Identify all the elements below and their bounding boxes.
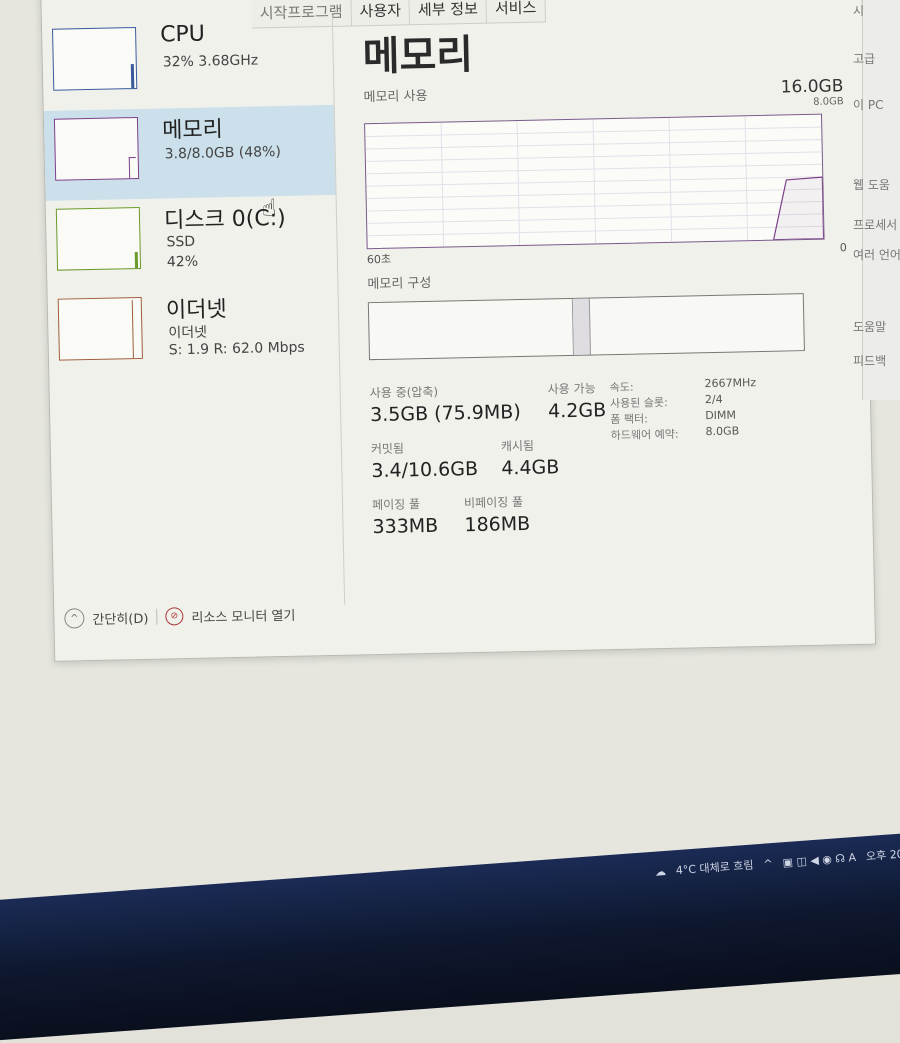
memory-usage-svg — [365, 116, 824, 247]
detail-key: 하드웨어 예약: — [610, 427, 679, 443]
memory-usage-graph — [364, 113, 825, 250]
composition-standby — [590, 294, 804, 354]
sidebar-item-sub: 3.8/8.0GB (48%) — [164, 143, 282, 163]
sidebar-item-sub: 이더넷 — [168, 324, 208, 342]
weather-widget[interactable]: 4°C 대체로 흐림 — [675, 857, 754, 879]
right-pane-item: 여러 언어 — [853, 248, 900, 262]
stat-available: 사용 가능 4.2GB — [547, 379, 607, 423]
stat-label: 비페이징 풀 — [463, 494, 524, 511]
graph-axis-right: 0 — [839, 241, 847, 255]
stat-value: 3.4/10.6GB — [371, 457, 479, 483]
page-title: 메모리 — [362, 31, 474, 81]
memory-spike — [128, 157, 137, 179]
stat-label: 사용 가능 — [547, 381, 596, 397]
background-settings-pane: 시 고급 이 PC 웹 도움 프로세서 여러 언어 도움말 피드백 — [853, 0, 900, 400]
memory-composition-bar — [367, 293, 805, 361]
sidebar-item-sub: SSD — [166, 233, 196, 251]
collapse-button[interactable]: 간단히(D) — [92, 607, 148, 627]
memory-thumbnail-graph — [53, 116, 140, 181]
task-manager-window: 시작프로그램 사용자 세부 정보 서비스 CPU 32% 3.68GHz 메모리… — [40, 0, 877, 662]
desktop-screen: 시작프로그램 사용자 세부 정보 서비스 CPU 32% 3.68GHz 메모리… — [0, 0, 900, 1043]
sidebar-item-disk[interactable]: 디스크 0(C:) SSD 42% — [46, 195, 338, 291]
sidebar-item-memory[interactable]: 메모리 3.8/8.0GB (48%) — [43, 104, 336, 201]
clock-time: 오후 — [865, 848, 887, 864]
stat-value: 186MB — [464, 512, 531, 537]
right-pane-item: 시 — [853, 4, 865, 18]
sidebar-item-ethernet[interactable]: 이더넷 이더넷 S: 1.9 R: 62.0 Mbps — [48, 285, 340, 381]
sidebar-item-title: 메모리 — [161, 117, 224, 144]
detail-row-speed: 속도: 2667MHz — [609, 376, 757, 395]
stat-label: 사용 중(압축) — [369, 384, 439, 401]
stat-label: 캐시됨 — [500, 438, 535, 454]
cpu-spike — [130, 64, 135, 89]
resource-monitor-icon[interactable]: ⊘ — [165, 607, 184, 626]
memory-stats: 사용 중(압축) 3.5GB (75.9MB) 사용 가능 4.2GB 커밋됨 … — [370, 374, 853, 554]
cloud-icon: ☁ — [654, 864, 667, 879]
composition-in-use — [368, 298, 574, 360]
cpu-thumbnail-graph — [52, 26, 138, 91]
footer-divider — [156, 608, 158, 625]
chevron-up-icon[interactable]: ^ — [763, 857, 773, 871]
ethernet-line — [131, 300, 134, 359]
sidebar-item-title: CPU — [159, 21, 206, 48]
memory-composition-label: 메모리 구성 — [367, 275, 432, 293]
composition-modified — [572, 298, 591, 355]
performance-sidebar: CPU 32% 3.68GHz 메모리 3.8/8.0GB (48%) 디스크 … — [41, 14, 346, 611]
disk-spike — [134, 252, 139, 269]
tray-icons[interactable]: ▣ ◫ ◀ ◉ ☊ A — [782, 850, 856, 868]
graph-max-label: 8.0GB — [813, 96, 844, 108]
sidebar-item-sub2: S: 1.9 R: 62.0 Mbps — [168, 339, 305, 359]
stat-label: 페이징 풀 — [371, 497, 421, 513]
taskbar: ☁ 4°C 대체로 흐림 ^ ▣ ◫ ◀ ◉ ☊ A 오후 2024- — [0, 830, 900, 1043]
memory-usage-line — [772, 176, 824, 241]
right-pane-item: 이 PC — [853, 98, 884, 112]
graph-axis-left: 60초 — [366, 252, 392, 267]
open-resource-monitor-link[interactable]: 리소스 모니터 열기 — [191, 604, 295, 625]
right-pane-item: 고급 — [853, 52, 876, 66]
ethernet-thumbnail-graph — [57, 296, 143, 361]
hand-cursor-icon: ☝ — [262, 194, 277, 222]
detail-value: 2/4 — [704, 392, 723, 407]
sidebar-item-sub2: 42% — [166, 253, 199, 271]
disk-thumbnail-graph — [55, 206, 142, 271]
stat-nonpaged-pool: 비페이징 풀 186MB — [464, 493, 531, 536]
detail-key: 폼 팩터: — [610, 412, 649, 427]
detail-row-hw-reserved: 하드웨어 예약: 8.0GB — [610, 424, 757, 443]
stat-value: 4.4GB — [501, 456, 560, 480]
stat-value: 333MB — [372, 514, 439, 539]
sidebar-item-sub: 32% 3.68GHz — [162, 52, 259, 71]
clock-date: 2024- — [889, 846, 900, 862]
sidebar-item-cpu[interactable]: CPU 32% 3.68GHz — [42, 15, 334, 111]
stat-cached: 캐시됨 4.4GB — [500, 436, 560, 480]
chevron-up-icon[interactable]: ^ — [64, 608, 85, 629]
stat-label: 커밋됨 — [370, 441, 405, 457]
memory-usage-label: 메모리 사용 — [363, 88, 428, 106]
sidebar-item-title: 이더넷 — [165, 297, 227, 324]
stat-value: 4.2GB — [547, 399, 607, 423]
stat-value: 3.5GB (75.9MB) — [369, 401, 521, 427]
stat-in-use: 사용 중(압축) 3.5GB (75.9MB) — [370, 381, 521, 426]
stat-paged-pool: 페이징 풀 333MB — [372, 495, 439, 538]
detail-value: 8.0GB — [705, 424, 740, 439]
stat-committed: 커밋됨 3.4/10.6GB — [371, 438, 479, 482]
memory-detail-panel: 메모리 메모리 사용 16.0GB 8.0GB 60초 0 메모리 구성 사용 … — [362, 14, 853, 554]
memory-hardware-details: 속도: 2667MHz 사용된 슬롯: 2/4 폼 팩터: DIMM 하드웨어 예약:… — [609, 376, 757, 443]
system-tray: ☁ 4°C 대체로 흐림 ^ ▣ ◫ ◀ ◉ ☊ A 오후 2024- — [654, 844, 900, 880]
detail-value: 2667MHz — [704, 376, 757, 391]
right-pane-item: 프로세서 — [853, 218, 898, 232]
help-link[interactable]: 도움말 — [853, 318, 886, 335]
window-footer: ^ 간단히(D) ⊘ 리소스 모니터 열기 — [64, 604, 296, 629]
detail-value: DIMM — [705, 408, 737, 423]
right-pane-item: 웹 도움 — [853, 178, 890, 192]
feedback-link[interactable]: 피드백 — [853, 352, 886, 369]
clock[interactable]: 오후 2024- — [865, 844, 900, 864]
memory-total: 16.0GB — [780, 76, 844, 98]
